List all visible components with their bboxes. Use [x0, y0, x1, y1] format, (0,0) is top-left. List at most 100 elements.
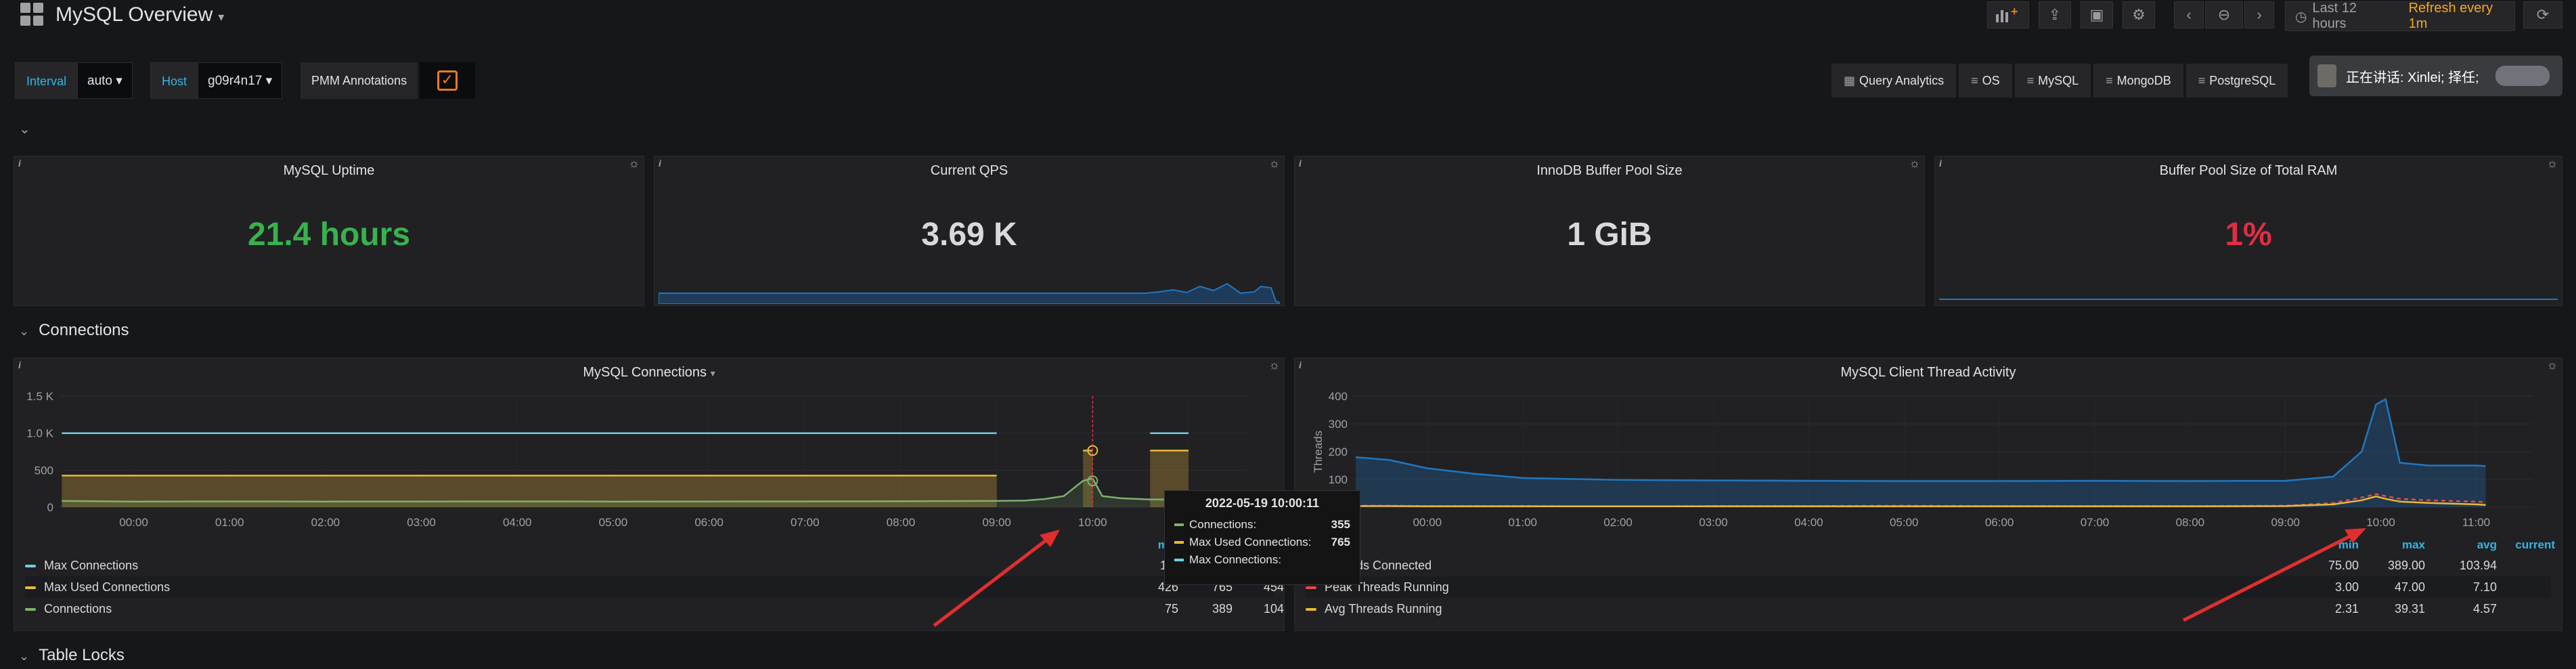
tooltip-time: 2022-05-19 10:00:11 [1205, 496, 1320, 510]
link-label: MySQL [2038, 74, 2079, 87]
ram-sparkline [1939, 299, 2558, 300]
legend-max: 389.00 [2387, 559, 2425, 572]
panel-title: Current QPS [930, 163, 1008, 178]
legend-row[interactable]: Peak Threads Running 3.00 47.00 7.10 [1306, 576, 2551, 598]
gear-icon: ⚙ [2132, 6, 2146, 23]
legend-header-max[interactable]: max [2344, 538, 2425, 552]
tooltip-item: Connections: 355 [1174, 516, 1350, 534]
link-label: PostgreSQL [2209, 74, 2276, 87]
avatar [2317, 64, 2336, 87]
x-tick-label: 09:00 [2271, 516, 2300, 529]
link-query-analytics[interactable]: ▦ Query Analytics [1831, 64, 1957, 98]
x-tick-label: 03:00 [1699, 516, 1728, 529]
add-panel-button[interactable]: + [1987, 1, 2029, 28]
link-os[interactable]: ≡ OS [1959, 64, 2012, 98]
stat-panel-uptime[interactable]: i ☼ MySQL Uptime 21.4 hours [14, 156, 644, 306]
link-postgresql[interactable]: ≡ PostgreSQL [2185, 64, 2288, 98]
x-tick-label: 02:00 [1603, 516, 1633, 529]
legend-swatch [1306, 586, 1316, 590]
stat-panel-buffer-pool-size[interactable]: i ☼ InnoDB Buffer Pool Size 1 GiB [1294, 156, 1925, 306]
tooltip-value: 765 [1331, 536, 1350, 548]
y-tick-label: 100 [1329, 473, 1348, 486]
participant-thumbnail [2495, 66, 2550, 86]
row-connections[interactable]: ⌄ Connections [19, 321, 129, 340]
add-panel-icon: + [1996, 6, 2018, 22]
link-mongodb[interactable]: ≡ MongoDB [2093, 64, 2183, 98]
panel-client-thread-activity[interactable]: i ☼ MySQL Client Thread Activity 400 300 20… [1294, 358, 2562, 631]
collapse-toggle-icon[interactable]: ⌄ [19, 121, 30, 137]
x-tick-label: 05:00 [1890, 516, 1919, 529]
legend-row[interactable]: Threads Connected 75.00 389.00 103.94 [1306, 555, 2551, 576]
link-mysql[interactable]: ≡ MySQL [2014, 64, 2091, 98]
x-tick-label: 11:00 [2462, 516, 2490, 529]
legend-max: 47.00 [2394, 580, 2425, 594]
dashboard-grid-icon[interactable] [20, 3, 43, 26]
legend-avg: 104 [1263, 602, 1284, 616]
chevron-down-icon: ⌄ [19, 324, 30, 338]
refresh-button[interactable]: ⟳ [2523, 1, 2562, 28]
stat-panel-buffer-pool-ram[interactable]: i ☼ Buffer Pool Size of Total RAM 1% [1934, 156, 2562, 306]
x-tick-label: 10:00 [1078, 516, 1107, 529]
dashboard-title-text: MySQL Overview [55, 3, 213, 26]
time-picker[interactable]: ◷ Last 12 hours Refresh every 1m [2285, 1, 2515, 31]
settings-button[interactable]: ⚙ [2123, 1, 2155, 28]
legend-row[interactable]: Avg Threads Running 2.31 39.31 4.57 [1306, 598, 2551, 620]
tooltip-item: Max Connections: [1174, 551, 1350, 569]
y-axis-label: Threads [1312, 431, 1325, 473]
tooltip-label: Max Connections: [1189, 553, 1282, 566]
panel-title: MySQL Uptime [283, 163, 375, 178]
zoom-out-button[interactable]: ⊖ [2205, 1, 2243, 28]
dashboard-title[interactable]: MySQL Overview ▾ [55, 1, 224, 30]
legend-swatch [25, 565, 36, 568]
x-tick-label: 08:00 [2176, 516, 2205, 529]
x-tick-label: 08:00 [887, 516, 916, 529]
panel-title[interactable]: MySQL Connections ▾ [14, 362, 1284, 383]
stat-value: 3.69 K [921, 217, 1017, 253]
x-tick-label: 03:00 [407, 516, 436, 529]
x-tick-label: 00:00 [119, 516, 148, 529]
save-button[interactable]: ▣ [2081, 1, 2113, 28]
stat-value: 1% [2225, 217, 2272, 253]
pmm-annotations-checkbox[interactable]: ✓ [420, 62, 475, 99]
tooltip-swatch [1174, 559, 1184, 561]
x-tick-label: 01:00 [1508, 516, 1537, 529]
interval-value: auto [87, 74, 112, 88]
y-tick-label: 0 [47, 501, 53, 514]
connections-graph[interactable]: 1.5 K 1.0 K 500 0 00:00 01:00 02:00 03:00 04:00 0… [14, 385, 1285, 536]
stat-panel-qps[interactable]: i ☼ Current QPS 3.69 K [654, 156, 1285, 306]
share-button[interactable]: ⇪ [2039, 1, 2071, 28]
panel-mysql-connections[interactable]: i ☼ MySQL Connections ▾ 1.5 K 1.0 K 500 0 00:… [14, 358, 1285, 631]
legend-header-current[interactable]: current [2474, 538, 2555, 552]
legend-row[interactable]: Max Connections1 K [25, 555, 1273, 576]
row-title: Connections [39, 321, 129, 339]
x-tick-label: 07:00 [791, 516, 820, 529]
row-title: Table Locks [39, 646, 125, 664]
legend-row[interactable]: Connections 75 389 104 [25, 598, 1284, 620]
chevron-left-icon: ‹ [2186, 6, 2192, 23]
share-icon: ⇪ [2048, 6, 2062, 23]
menu-icon: ≡ [2198, 74, 2206, 87]
link-label: Query Analytics [1859, 74, 1945, 87]
speaking-indicator: 正在讲话: Xinlei; 择任; [2346, 70, 2479, 85]
legend-row[interactable]: Max Used Connections 426 765 454 [25, 576, 1284, 598]
y-tick-label: 500 [35, 464, 53, 477]
row-table-locks[interactable]: ⌄ Table Locks [19, 646, 125, 665]
legend-label: Max Connections [44, 559, 139, 572]
video-call-overlay[interactable]: 正在讲话: Xinlei; 择任; [2309, 56, 2562, 96]
tooltip-item: Max Used Connections: 765 [1174, 534, 1350, 551]
y-tick-label: 300 [1329, 418, 1348, 431]
time-forward-button[interactable]: › [2244, 1, 2274, 28]
time-back-button[interactable]: ‹ [2174, 1, 2204, 28]
host-select[interactable]: g09r4n17 ▾ [198, 62, 283, 99]
x-tick-label: 04:00 [503, 516, 532, 529]
x-tick-label: 09:00 [982, 516, 1011, 529]
x-tick-label: 06:00 [1985, 516, 2014, 529]
x-tick-label: 04:00 [1794, 516, 1823, 529]
chevron-down-icon: ▾ [710, 368, 715, 379]
checkmark-icon: ✓ [437, 70, 458, 91]
legend-max: 39.31 [2394, 602, 2425, 616]
x-tick-label: 05:00 [599, 516, 628, 529]
interval-select[interactable]: auto ▾ [77, 62, 133, 99]
host-label: Host [150, 62, 199, 99]
thread-activity-graph[interactable]: 400300200100000:0001:0002:0003:0004:0005… [1295, 385, 2563, 536]
